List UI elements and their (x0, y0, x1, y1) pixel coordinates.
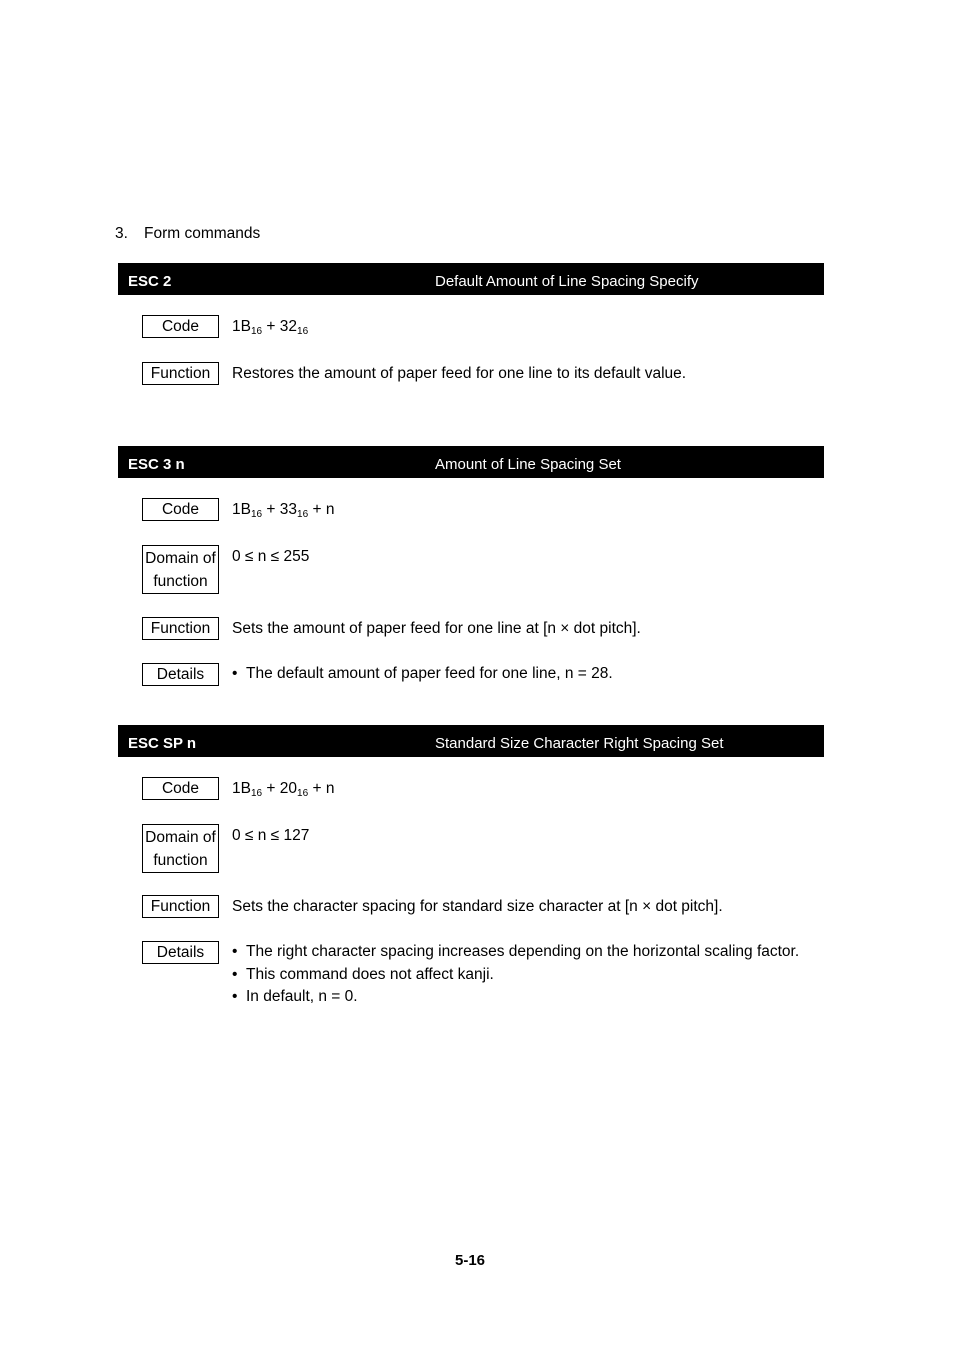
bullet-icon: • (232, 965, 238, 983)
command-header-bar: ESC SP n Standard Size Character Right S… (118, 725, 824, 757)
details-label: Details (142, 663, 219, 686)
bullet-icon: • (232, 943, 238, 960)
command-name: ESC 2 (128, 273, 172, 290)
domain-label: Domain of function (142, 545, 219, 594)
function-value: Sets the character spacing for standard … (232, 898, 723, 915)
details-list: • The default amount of paper feed for on… (232, 663, 613, 686)
function-label: Function (142, 362, 219, 385)
page-number: 5-16 (455, 1252, 486, 1269)
details-list: • The right character spacing increases d… (232, 941, 799, 1009)
command-title: Standard Size Character Right Spacing Se… (435, 735, 724, 752)
code-label: Code (142, 498, 219, 521)
code-value: 1B16 + 3316 + n (232, 501, 335, 520)
command-header-bar: ESC 3 n Amount of Line Spacing Set (118, 446, 824, 478)
bullet-icon: • (232, 665, 238, 682)
section-heading: 3. Form commands (115, 225, 260, 243)
function-label: Function (142, 895, 219, 918)
code-value: 1B16 + 2016 + n (232, 780, 335, 799)
domain-value: 0 ≤ n ≤ 255 (232, 548, 310, 565)
details-label: Details (142, 941, 219, 964)
function-value: Restores the amount of paper feed for on… (232, 365, 687, 382)
detail-item: • In default, n = 0. (232, 986, 799, 1009)
section-title: Form commands (144, 225, 261, 242)
domain-value: 0 ≤ n ≤ 127 (232, 827, 310, 844)
code-label: Code (142, 315, 219, 338)
command-name: ESC 3 n (128, 456, 185, 473)
section-number: 3. (115, 225, 128, 242)
command-header-bar: ESC 2 Default Amount of Line Spacing Spe… (118, 263, 824, 295)
command-name: ESC SP n (128, 735, 197, 752)
code-value: 1B16 + 3216 (232, 318, 309, 337)
command-title: Amount of Line Spacing Set (435, 456, 621, 473)
domain-label: Domain of function (142, 824, 219, 873)
command-title: Default Amount of Line Spacing Specify (435, 273, 699, 290)
function-label: Function (142, 617, 219, 640)
function-value: Sets the amount of paper feed for one li… (232, 620, 641, 637)
detail-item: • This command does not affect kanji. (232, 964, 799, 987)
code-label: Code (142, 777, 219, 800)
detail-item: • The default amount of paper feed for on… (232, 663, 613, 686)
bullet-icon: • (232, 988, 238, 1005)
detail-item: • The right character spacing increases d… (232, 941, 799, 964)
